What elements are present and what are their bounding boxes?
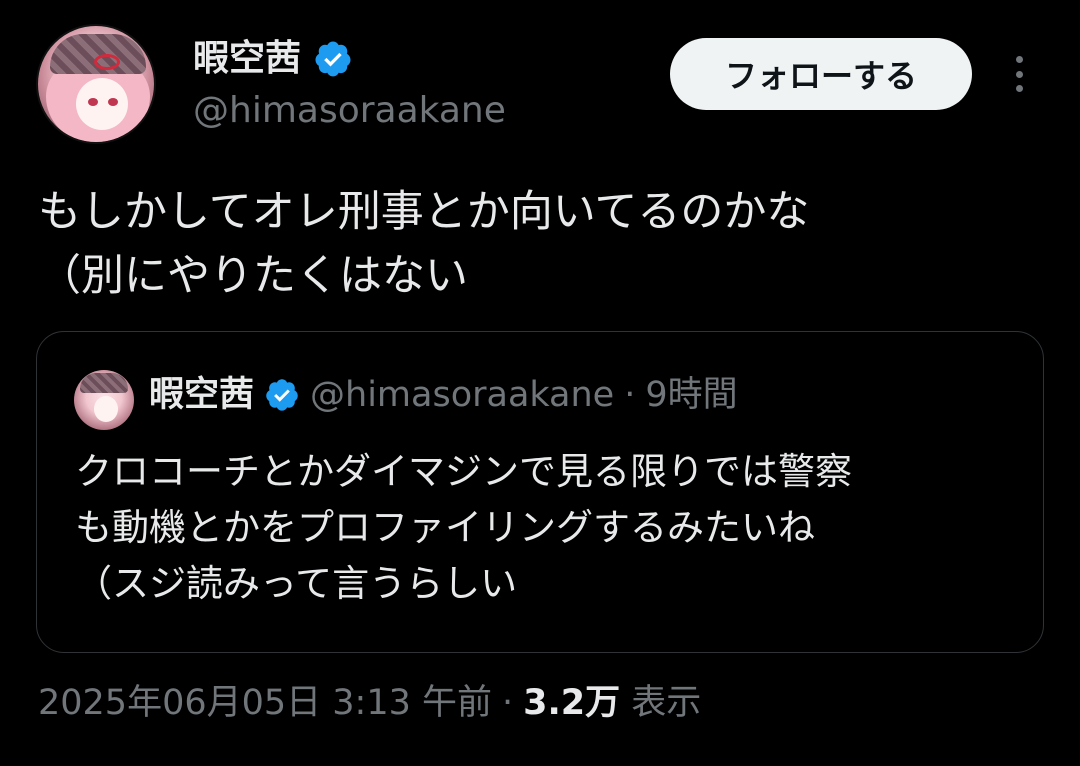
avatar-eye-right <box>108 98 118 106</box>
quoted-tweet-text: クロコーチとかダイマジンで見る限りでは警察 も動機とかをプロファイリングするみた… <box>75 444 1035 612</box>
quoted-tweet-header: 暇空茜 @himasoraakane · 9時間 <box>149 372 738 418</box>
tweet-text-line: もしかしてオレ刑事とか向いてるのかな <box>38 187 810 237</box>
quoted-tweet[interactable]: 暇空茜 @himasoraakane · 9時間 クロコーチとかダイマジンで見る… <box>36 331 1044 653</box>
follow-button[interactable]: フォローする <box>670 38 972 110</box>
author-display-name[interactable]: 暇空茜 <box>193 36 301 82</box>
quoted-text-line: も動機とかをプロファイリングするみたいね <box>75 506 815 549</box>
avatar-face <box>76 78 128 130</box>
tweet-timestamp[interactable]: 2025年06月05日 3:13 午前 <box>38 680 492 726</box>
tweet-card: 暇空茜 @himasoraakane フォローする もしかしてオレ刑事とか向いて… <box>0 0 1080 766</box>
meta-separator: · <box>624 375 636 415</box>
more-dot <box>1015 85 1023 92</box>
quoted-author-display-name[interactable]: 暇空茜 <box>149 372 254 418</box>
verified-badge-icon[interactable] <box>313 39 353 79</box>
quoted-author-avatar[interactable] <box>74 370 134 430</box>
more-dot <box>1015 56 1023 63</box>
verified-badge-icon[interactable] <box>264 377 300 413</box>
quoted-text-line: （スジ読みって言うらしい <box>75 562 518 605</box>
author-name-row: 暇空茜 <box>193 36 353 82</box>
author-avatar[interactable] <box>36 24 156 144</box>
avatar-eye-left <box>88 98 98 106</box>
tweet-footer: 2025年06月05日 3:13 午前 · 3.2万 表示 <box>38 680 701 726</box>
avatar-face <box>94 396 118 422</box>
more-options-icon[interactable] <box>1004 52 1034 96</box>
quoted-tweet-meta: @himasoraakane · 9時間 <box>310 372 738 418</box>
views-count: 3.2万 <box>523 683 621 723</box>
tweet-text: もしかしてオレ刑事とか向いてるのかな （別にやりたくはない <box>38 180 1038 308</box>
tweet-text-line: （別にやりたくはない <box>38 251 468 301</box>
more-dot <box>1015 70 1023 78</box>
quoted-tweet-time[interactable]: 9時間 <box>645 372 737 418</box>
avatar-hat <box>80 373 128 393</box>
quoted-author-handle[interactable]: @himasoraakane <box>310 372 614 418</box>
footer-separator: · <box>502 683 514 723</box>
quoted-text-line: クロコーチとかダイマジンで見る限りでは警察 <box>75 450 852 493</box>
avatar-ribbon <box>94 54 120 70</box>
author-handle[interactable]: @himasoraakane <box>193 88 506 134</box>
views-label: 表示 <box>631 683 702 723</box>
